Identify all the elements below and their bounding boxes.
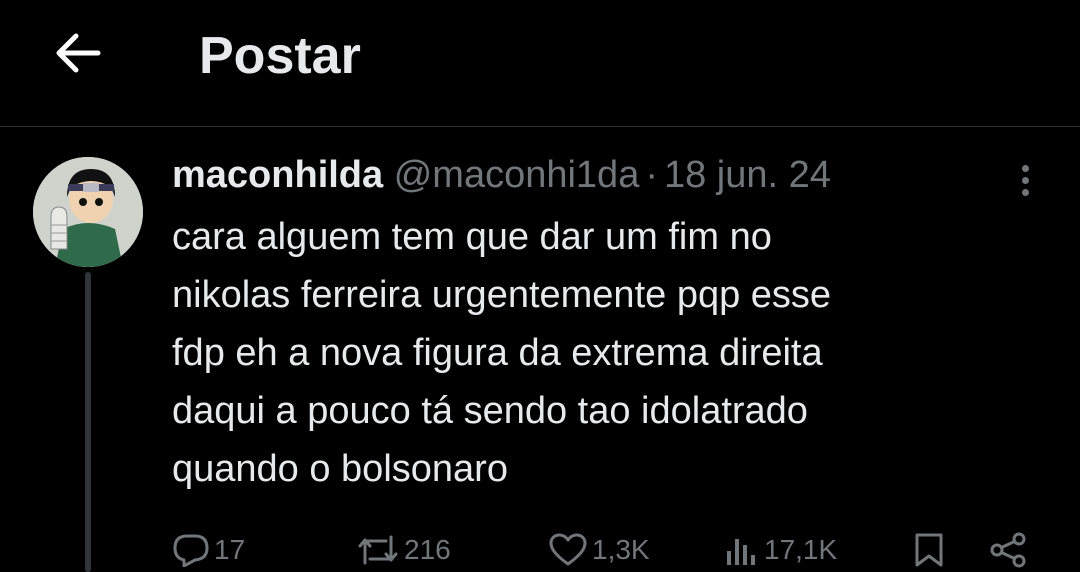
repost-icon xyxy=(358,535,398,565)
like-button[interactable]: 1,3K xyxy=(548,528,650,572)
post-meta: maconhilda @maconhi1da · 18 jun. 24 xyxy=(172,152,831,198)
avatar-image xyxy=(33,157,143,267)
bookmark-button[interactable] xyxy=(912,528,946,572)
post-date[interactable]: 18 jun. 24 xyxy=(664,154,831,196)
post-text: cara alguem tem que dar um fim no nikola… xyxy=(172,208,1032,498)
post-text-line: quando o bolsonaro xyxy=(172,448,508,490)
bookmark-icon xyxy=(915,533,943,567)
user-handle[interactable]: @maconhi1da xyxy=(394,154,640,196)
more-options-button[interactable] xyxy=(1008,158,1042,202)
meta-separator: · xyxy=(645,154,658,196)
reply-count: 17 xyxy=(214,534,246,565)
post-text-line: daqui a pouco tá sendo tao idolatrado xyxy=(172,390,808,432)
avatar[interactable] xyxy=(33,157,143,267)
reply-button[interactable]: 17 xyxy=(172,528,245,572)
action-bar: 17 216 1,3K 17,1K xyxy=(0,528,1080,572)
post-text-line: cara alguem tem que dar um fim no xyxy=(172,216,772,258)
display-name[interactable]: maconhilda xyxy=(172,154,383,196)
analytics-icon xyxy=(727,539,755,565)
back-button[interactable] xyxy=(48,28,106,78)
repost-button[interactable]: 216 xyxy=(356,528,451,572)
reply-icon xyxy=(173,534,209,567)
more-vertical-icon xyxy=(1021,164,1029,172)
top-bar: Postar xyxy=(0,0,1080,127)
post-text-line: nikolas ferreira urgentemente pqp esse xyxy=(172,274,832,316)
heart-icon xyxy=(549,533,587,566)
views-button[interactable]: 17,1K xyxy=(724,528,837,572)
arrow-left-icon xyxy=(56,33,101,73)
share-icon xyxy=(990,532,1026,568)
page-title: Postar xyxy=(199,27,361,85)
thread-line xyxy=(85,272,91,572)
like-count: 1,3K xyxy=(592,534,650,565)
post-text-line: fdp eh a nova figura da extrema direita xyxy=(172,332,823,374)
view-count: 17,1K xyxy=(764,534,838,565)
share-button[interactable] xyxy=(988,528,1028,572)
repost-count: 216 xyxy=(404,534,451,565)
